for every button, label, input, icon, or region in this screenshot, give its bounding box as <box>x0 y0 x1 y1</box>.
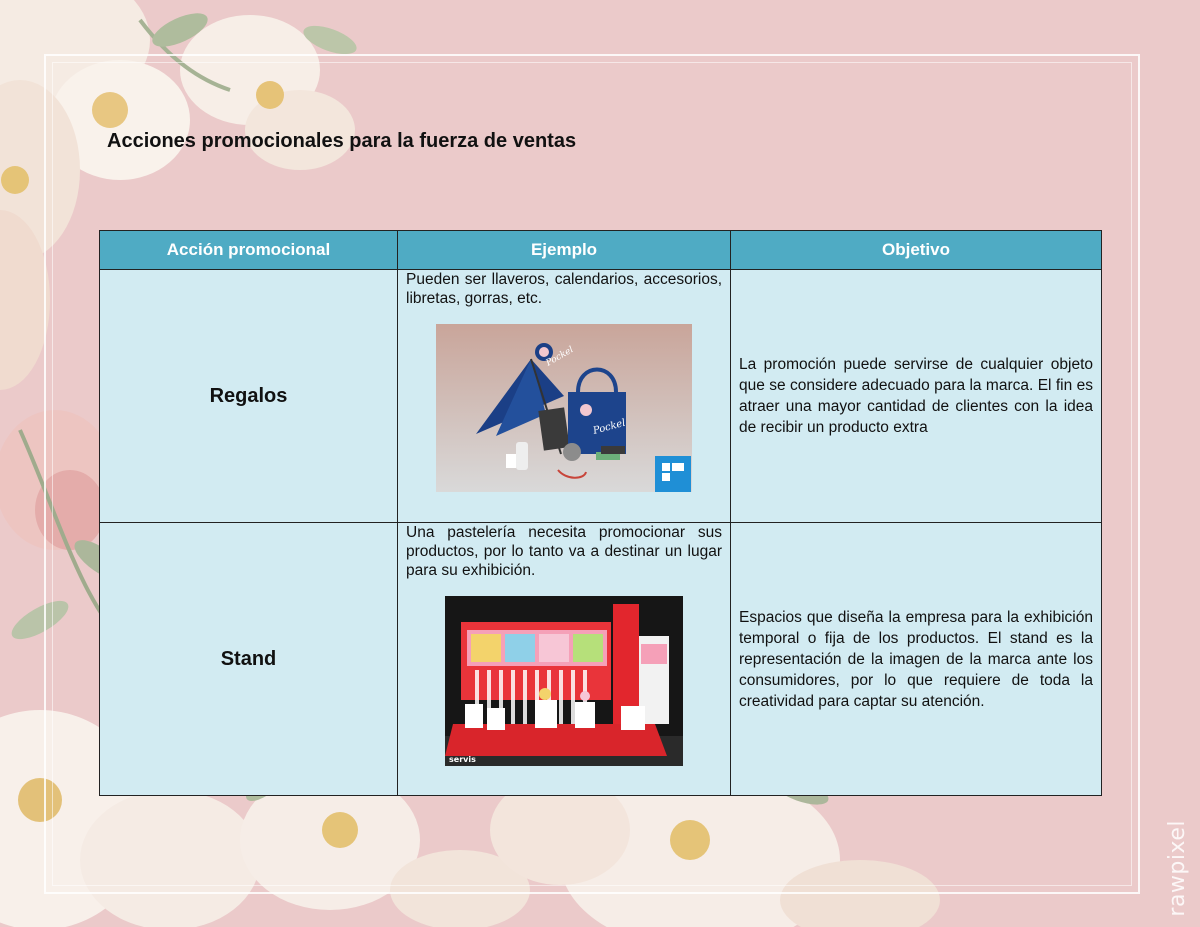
example-text: Pueden ser llaveros, calendarios, acceso… <box>406 271 722 307</box>
page-title: Acciones promocionales para la fuerza de… <box>107 130 577 152</box>
header-accion: Acción promocional <box>99 230 398 270</box>
example-cell: Pueden ser llaveros, calendarios, acceso… <box>397 269 731 523</box>
example-text: Una pastelería necesita promocionar sus … <box>406 524 722 579</box>
objective-text: Espacios que diseña la empresa para la e… <box>739 608 1093 710</box>
objective-text: La promoción puede servirse de cualquier… <box>739 356 1093 436</box>
action-name: Regalos <box>99 269 398 523</box>
header-ejemplo: Ejemplo <box>397 230 731 270</box>
watermark: rawpixel <box>1165 820 1190 917</box>
header-objetivo: Objetivo <box>730 230 1102 270</box>
stand-brand-text: servis <box>449 755 476 764</box>
table-header-row: Acción promocional Ejemplo Objetivo <box>99 230 1102 270</box>
stand-image: servis <box>445 596 683 766</box>
example-cell: Una pastelería necesita promocionar sus … <box>397 522 731 796</box>
table-row: Stand Una pastelería necesita promociona… <box>99 522 1102 796</box>
promo-gifts-image: Pockel Pockel <box>436 324 692 492</box>
table-row: Regalos Pueden ser llaveros, calendarios… <box>99 269 1102 523</box>
action-name: Stand <box>99 522 398 796</box>
objective-cell: La promoción puede servirse de cualquier… <box>730 269 1102 523</box>
objective-cell: Espacios que diseña la empresa para la e… <box>730 522 1102 796</box>
promo-actions-table: Acción promocional Ejemplo Objetivo Rega… <box>99 230 1102 796</box>
